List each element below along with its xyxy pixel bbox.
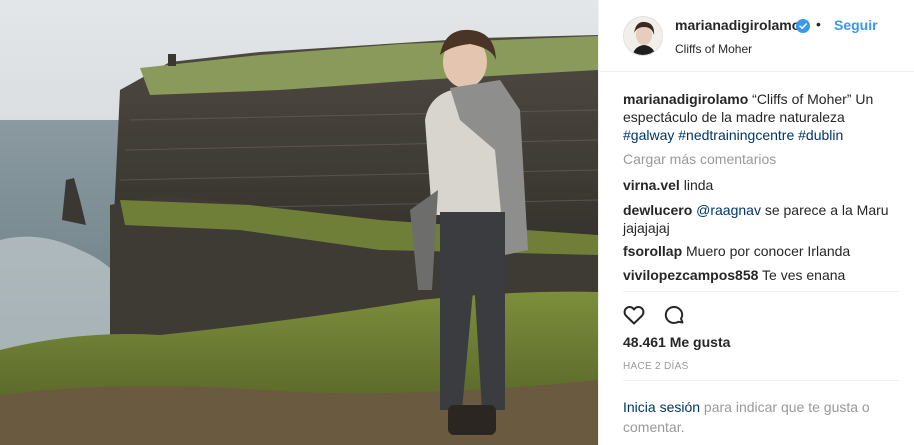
likes-count[interactable]: 48.461 Me gusta <box>623 334 730 350</box>
comment-text: Muero por conocer Irlanda <box>682 243 851 259</box>
comment-username[interactable]: fsorollap <box>623 243 682 259</box>
heart-icon[interactable] <box>622 303 646 330</box>
login-link[interactable]: Inicia sesión <box>623 399 700 415</box>
hashtag-link[interactable]: #nedtrainingcentre <box>678 127 794 143</box>
caption-hashtags: #galway #nedtrainingcentre #dublin <box>623 127 843 143</box>
post-photo[interactable] <box>0 0 598 445</box>
post-timestamp[interactable]: HACE 2 DÍAS <box>623 361 689 372</box>
follow-button[interactable]: Seguir <box>834 17 878 33</box>
comment-item: virna.vel linda <box>623 176 893 194</box>
login-prompt: Inicia sesión para indicar que te gusta … <box>623 397 899 437</box>
comment-username[interactable]: virna.vel <box>623 177 680 193</box>
comment-username[interactable]: dewlucero <box>623 202 692 218</box>
section-divider <box>623 291 899 292</box>
location-link[interactable]: Cliffs of Moher <box>675 42 752 56</box>
post-caption: marianadigirolamo “Cliffs of Moher” Un e… <box>623 90 893 144</box>
hashtag-link[interactable]: #galway <box>623 127 674 143</box>
comment-text: Te ves enana <box>758 267 846 283</box>
comment-username[interactable]: vivilopezcampos858 <box>623 267 758 283</box>
header-separator: • <box>816 16 821 32</box>
section-divider <box>623 380 899 381</box>
load-more-comments-button[interactable]: Cargar más comentarios <box>623 151 776 167</box>
comment-item: vivilopezcampos858 Te ves enana <box>623 266 893 284</box>
comment-item: dewlucero @raagnav se parece a la Maru j… <box>623 201 893 237</box>
caption-username[interactable]: marianadigirolamo <box>623 91 748 107</box>
post-side-panel: marianadigirolamo • Seguir Cliffs of Moh… <box>598 0 914 445</box>
hashtag-link[interactable]: #dublin <box>798 127 843 143</box>
comment-mention[interactable]: @raagnav <box>696 202 761 218</box>
post-header: marianadigirolamo • Seguir Cliffs of Moh… <box>599 0 914 72</box>
avatar[interactable] <box>623 16 663 56</box>
comment-text: linda <box>679 177 714 193</box>
header-username[interactable]: marianadigirolamo <box>675 17 800 33</box>
comment-item: fsorollap Muero por conocer Irlanda <box>623 242 893 260</box>
verified-badge-icon <box>796 19 810 33</box>
comment-icon[interactable] <box>662 303 686 330</box>
